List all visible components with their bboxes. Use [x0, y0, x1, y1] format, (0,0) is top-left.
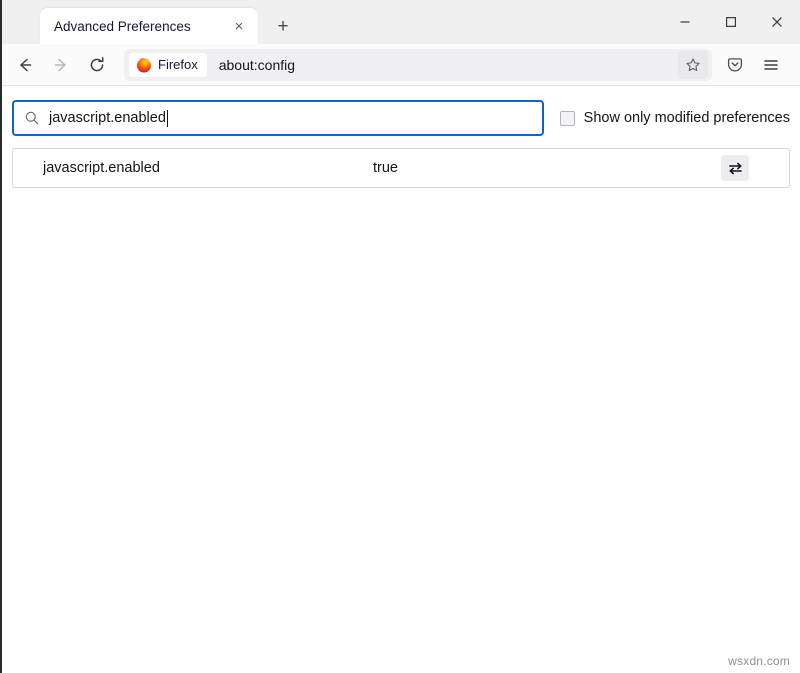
- show-modified-label: Show only modified preferences: [583, 110, 790, 126]
- close-icon[interactable]: [754, 2, 800, 42]
- browser-tab-advanced-preferences[interactable]: Advanced Preferences ×: [40, 8, 258, 44]
- toggle-preference-icon[interactable]: [721, 155, 749, 181]
- forward-button[interactable]: [44, 49, 78, 81]
- table-row[interactable]: javascript.enabled true: [13, 149, 789, 187]
- watermark-text: wsxdn.com: [728, 654, 790, 668]
- search-input-value: javascript.enabled: [49, 110, 166, 126]
- config-controls-row: javascript.enabled Show only modified pr…: [2, 86, 800, 136]
- tab-strip: Advanced Preferences × +: [2, 0, 800, 44]
- address-bar[interactable]: Firefox about:config: [124, 48, 712, 81]
- preference-value: true: [373, 160, 398, 176]
- window-controls: [662, 0, 800, 44]
- reload-button[interactable]: [80, 49, 114, 81]
- back-button[interactable]: [8, 49, 42, 81]
- tab-title: Advanced Preferences: [54, 18, 191, 34]
- url-text[interactable]: about:config: [219, 57, 678, 73]
- about-config-page: javascript.enabled Show only modified pr…: [2, 86, 800, 673]
- pocket-save-icon[interactable]: [718, 49, 752, 81]
- brand-chip-label: Firefox: [158, 57, 198, 72]
- browser-window: Advanced Preferences × + Firefox about:c…: [0, 0, 800, 673]
- show-modified-checkbox[interactable]: [559, 110, 575, 126]
- close-tab-icon[interactable]: ×: [228, 15, 250, 37]
- preference-name: javascript.enabled: [43, 160, 160, 176]
- firefox-brand-chip[interactable]: Firefox: [129, 52, 207, 77]
- preferences-results-list: javascript.enabled true: [12, 148, 790, 188]
- new-tab-button[interactable]: +: [268, 11, 298, 41]
- maximize-icon[interactable]: [708, 2, 754, 42]
- preference-search-input[interactable]: javascript.enabled: [12, 100, 544, 136]
- show-modified-preferences-toggle[interactable]: Show only modified preferences: [559, 110, 790, 126]
- navigation-toolbar: Firefox about:config: [2, 44, 800, 86]
- firefox-logo-icon: [137, 57, 151, 72]
- minimize-icon[interactable]: [662, 2, 708, 42]
- search-icon: [25, 111, 39, 125]
- text-caret: [166, 109, 168, 127]
- app-menu-hamburger-icon[interactable]: [754, 49, 788, 81]
- bookmark-star-icon[interactable]: [678, 50, 708, 79]
